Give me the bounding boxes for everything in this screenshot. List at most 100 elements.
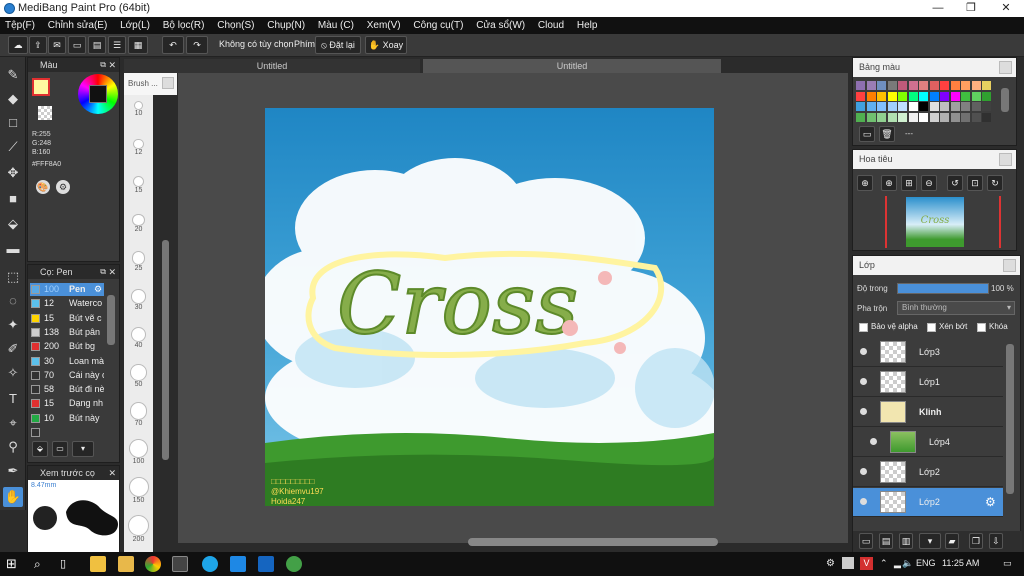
palette-swatch[interactable] [971,91,981,101]
palette-swatch[interactable] [961,102,970,111]
rectangle-tool-icon[interactable]: ■ [3,189,23,209]
new-layer-1bit-icon[interactable]: ▥ [899,533,913,549]
clock[interactable]: 11:25 AM [942,558,979,568]
gear-icon[interactable]: ⚙ [94,283,102,296]
menu-cloud[interactable]: Cloud [533,17,569,34]
operation-tool-icon[interactable]: ⌖ [3,413,23,433]
menu-view[interactable]: Xem(V) [362,17,406,34]
select-eraser-icon[interactable]: ✧ [3,363,23,383]
tray-app-icon[interactable] [842,557,854,569]
brush-item[interactable]: 30 Loan mà [30,355,104,368]
lasso-tool-icon[interactable]: ◌ [3,291,23,311]
palette-swatch[interactable] [856,91,865,101]
close-icon[interactable]: ✕ [108,466,116,480]
palette-swatch[interactable] [950,102,960,111]
photos-icon[interactable] [258,556,274,572]
layer-row[interactable]: Lớp3 [853,338,1003,367]
file-explorer-icon[interactable] [118,556,134,572]
palette-swatch[interactable] [866,81,876,90]
palette-swatch[interactable] [919,102,928,111]
search-icon[interactable]: ⌕ [34,556,50,572]
palette-swatch[interactable] [940,81,949,90]
brush-item[interactable] [30,426,104,439]
brush-size-option[interactable]: 150 [124,477,153,504]
dot-tool-icon[interactable]: □ [3,113,23,133]
menu-snap[interactable]: Chụp(N) [262,17,310,34]
menu-filter[interactable]: Bộ lọc(R) [158,17,210,34]
eye-icon[interactable] [860,408,867,415]
palette-swatch[interactable] [898,91,907,101]
brush-item[interactable]: 70 Cái này c [30,369,104,382]
palette-swatch[interactable] [877,91,886,101]
pin-icon[interactable]: ⧉ [100,265,106,279]
network-icon[interactable]: ▂ [894,558,901,569]
tray-icon[interactable]: ⚙ [826,558,835,569]
language-indicator[interactable]: ENG [916,558,936,568]
palette-swatch[interactable] [908,102,918,111]
brush-size-option[interactable]: 70 [124,401,153,427]
text-tool-icon[interactable]: T [3,389,23,409]
chrome-icon[interactable] [145,556,161,572]
brush-item[interactable]: 10 Bút này [30,412,104,425]
layer-row[interactable]: Klinh [853,398,1003,427]
volume-icon[interactable]: 🔈 [902,558,913,569]
select-pen-icon[interactable]: ✐ [3,339,23,359]
chat-icon[interactable]: ✉ [48,36,66,54]
palette-swatch[interactable] [887,102,897,111]
protect-alpha-checkbox[interactable] [859,323,868,332]
palette-swatch[interactable] [856,81,865,90]
fill-tool-icon[interactable]: ⬙ [3,214,23,234]
merge-layer-icon[interactable]: ⇩ [989,533,1003,549]
reset-button[interactable]: ⦸ Đặt lại [315,36,361,54]
folder-icon[interactable]: ▰ [945,533,959,549]
zoom-in-icon[interactable]: ⊕ [881,175,897,191]
tab-untitled-1[interactable]: Untitled [124,59,420,73]
palette-swatch[interactable] [898,102,907,111]
brush-size-option[interactable]: 25 [124,251,153,272]
palette-swatch[interactable] [929,112,939,122]
minimize-button[interactable]: — [922,0,954,17]
zoom-reset-icon[interactable]: ⊕ [857,175,873,191]
brush-strip-close[interactable] [162,77,174,89]
palette-swatch[interactable] [908,81,918,90]
gear-icon[interactable]: ⚙ [985,495,996,509]
palette-swatch[interactable] [940,112,949,122]
palette-swatch[interactable] [887,112,897,122]
chevron-up-icon[interactable]: ⌃ [880,558,888,569]
palette-swatch[interactable] [950,81,960,90]
palette-swatch[interactable] [961,81,970,90]
brush-strip-scrollbar[interactable] [162,240,169,460]
palette-swatch[interactable] [982,112,991,122]
blend-mode-select[interactable]: Bình thường ▾ [897,301,1015,315]
layer-list-scrollbar[interactable] [1006,344,1014,494]
dropper-tool-icon[interactable]: ⚲ [3,437,23,457]
palette-swatch[interactable] [982,91,991,101]
new-layer-8bit-icon[interactable]: ▤ [879,533,893,549]
windows-start-icon[interactable]: ⊞ [6,556,22,572]
tab-untitled-2[interactable]: Untitled [423,59,721,73]
skype-icon[interactable] [202,556,218,572]
pin-icon[interactable]: ⧉ [100,58,106,72]
palette-swatch[interactable] [929,81,939,90]
navigator-thumbnail[interactable]: Cross [906,197,964,247]
palette-swatch[interactable] [961,91,970,101]
cloud-icon[interactable]: ☁ [8,36,28,54]
eraser-tool-icon[interactable]: ◆ [3,89,23,109]
brush-menu-icon[interactable]: ▾ [72,441,94,457]
eye-icon[interactable] [870,438,877,445]
palette-swatch[interactable] [866,112,876,122]
palette-swatch[interactable] [856,112,865,122]
fit-icon[interactable]: ⊞ [901,175,917,191]
palette-swatch[interactable] [929,102,939,111]
layer-row[interactable]: Lớp4 [853,428,1003,457]
palette-swatch[interactable] [950,112,960,122]
menu-select[interactable]: Chọn(S) [212,17,259,34]
task-view-icon[interactable]: ▯ [60,556,76,572]
grid-icon[interactable]: ▦ [128,36,148,54]
vietkey-icon[interactable]: V [860,557,873,570]
brush-size-option[interactable]: 15 [124,176,153,194]
brush-new-icon[interactable]: ▭ [52,441,68,457]
brush-item[interactable]: 12 Waterco [30,297,104,310]
menu-window[interactable]: Cửa sổ(W) [471,17,530,34]
brush-item[interactable]: 15 Dạng nh [30,397,104,410]
